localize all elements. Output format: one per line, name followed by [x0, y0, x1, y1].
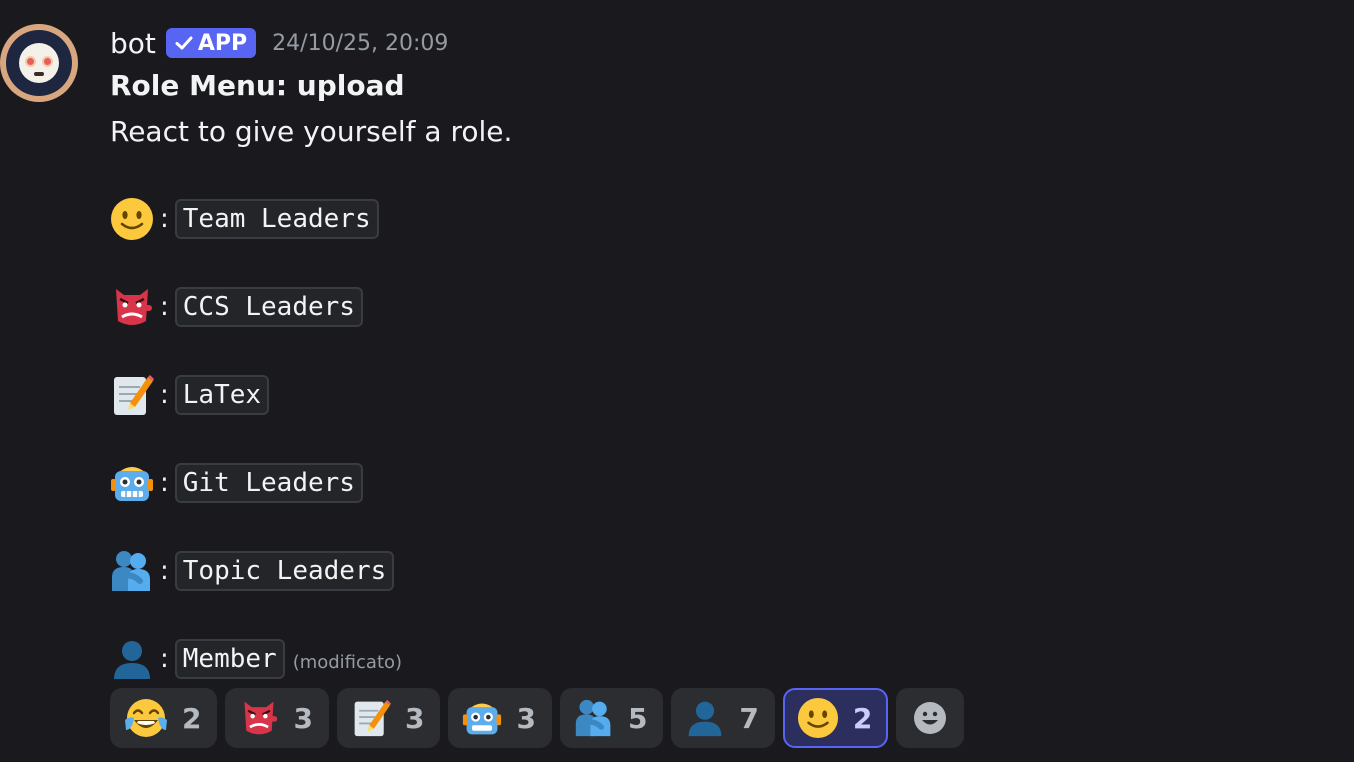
role-row-team-leaders: : Team Leaders: [110, 197, 379, 241]
robot-icon: [110, 461, 154, 505]
reaction-people-hugging[interactable]: 5: [559, 688, 664, 748]
role-label: Team Leaders: [174, 199, 379, 239]
add-reaction-button[interactable]: [896, 688, 965, 748]
memo-icon: [354, 699, 391, 737]
reaction-count: 7: [739, 701, 759, 735]
role-row-latex: : LaTex: [110, 373, 270, 417]
role-row-git-leaders: : Git Leaders: [110, 461, 363, 505]
reaction-count: 2: [182, 701, 202, 735]
bust-in-silhouette-icon: [689, 701, 722, 737]
role-label: Topic Leaders: [174, 551, 395, 591]
tengu-mask-icon: [244, 701, 278, 735]
slightly-smiling-face-icon: [797, 697, 838, 739]
reaction-slightly-smiling-face[interactable]: 2: [782, 688, 889, 748]
people-hugging-icon: [575, 699, 611, 737]
author-name[interactable]: bot: [110, 27, 156, 60]
bust-in-silhouette-icon: [110, 637, 154, 681]
reaction-robot[interactable]: 3: [448, 688, 552, 748]
app-badge: APP: [165, 28, 257, 58]
reaction-tengu-mask[interactable]: 3: [225, 688, 329, 748]
reaction-count: 2: [852, 701, 873, 735]
role-separator: :: [160, 204, 169, 234]
edited-indicator[interactable]: (modificato): [293, 652, 402, 673]
reaction-memo[interactable]: 3: [336, 688, 441, 748]
role-label: CCS Leaders: [174, 287, 363, 327]
role-label: LaTex: [174, 375, 270, 415]
message-timestamp[interactable]: 24/10/25, 20:09: [272, 31, 448, 56]
people-hugging-icon: [110, 549, 154, 593]
avatar-image: [6, 30, 72, 96]
checkmark-icon: [175, 36, 193, 50]
reaction-bust-in-silhouette[interactable]: 7: [671, 688, 775, 748]
tengu-mask-icon: [110, 285, 154, 329]
reaction-count: 3: [516, 701, 536, 735]
reaction-count: 5: [627, 701, 648, 735]
role-separator: :: [160, 380, 169, 410]
face-with-tears-of-joy-icon: [125, 699, 167, 737]
avatar[interactable]: [0, 24, 78, 102]
reaction-count: 3: [404, 701, 425, 735]
message-content: Role Menu: upload React to give yourself…: [110, 68, 512, 154]
role-separator: :: [160, 468, 169, 498]
robot-face-icon: [19, 43, 59, 83]
message-subtitle: React to give yourself a role.: [110, 115, 513, 148]
role-separator: :: [160, 292, 169, 322]
slightly-smiling-face-icon: [110, 197, 154, 241]
role-separator: :: [160, 644, 169, 674]
memo-icon: [110, 373, 154, 417]
reaction-count: 3: [293, 701, 313, 735]
role-label: Git Leaders: [174, 463, 363, 503]
role-row-topic-leaders: : Topic Leaders: [110, 549, 395, 593]
add-reaction-icon: [914, 702, 947, 734]
message-title: Role Menu: upload: [110, 69, 405, 102]
role-separator: :: [160, 556, 169, 586]
reaction-face-with-tears-of-joy[interactable]: 2: [110, 688, 218, 748]
reactions-bar: 2 3 3 3 5 7 2: [110, 688, 965, 748]
role-label: Member: [174, 639, 285, 679]
message-header: bot APP 24/10/25, 20:09: [110, 24, 448, 62]
app-badge-label: APP: [197, 30, 248, 56]
role-row-member: : Member (modificato): [110, 637, 402, 681]
robot-icon: [463, 703, 502, 735]
role-row-ccs-leaders: : CCS Leaders: [110, 285, 363, 329]
